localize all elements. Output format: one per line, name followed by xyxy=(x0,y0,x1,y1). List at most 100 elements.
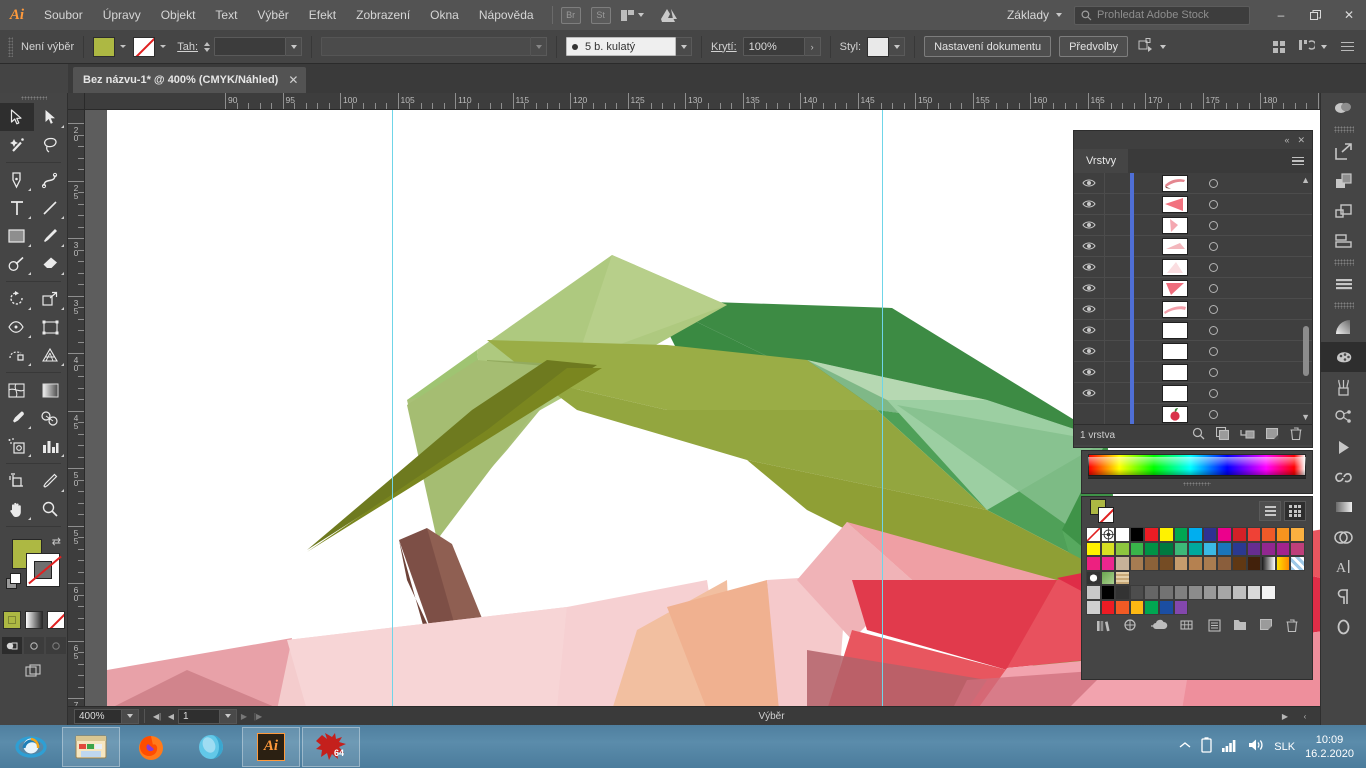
shape-builder-tool[interactable] xyxy=(0,341,34,369)
menu-objekt[interactable]: Objekt xyxy=(151,0,206,30)
stock-button[interactable]: St xyxy=(591,7,611,24)
delete-selection-icon[interactable] xyxy=(1290,427,1302,443)
menu-okna[interactable]: Okna xyxy=(420,0,469,30)
swatches-fill-stroke-indicator[interactable] xyxy=(1088,498,1132,524)
collapse-panel-icon[interactable]: « xyxy=(1284,135,1289,145)
color-mode-button[interactable] xyxy=(3,611,21,629)
layer-lock-toggle[interactable] xyxy=(1104,404,1130,425)
swatch-cell[interactable] xyxy=(1261,556,1276,571)
symbols-rail-icon[interactable] xyxy=(1321,402,1366,432)
layer-target-indicator[interactable] xyxy=(1196,242,1230,251)
swatch-cell[interactable] xyxy=(1144,527,1159,542)
layer-visibility-icon[interactable] xyxy=(1074,325,1104,335)
rotate-tool[interactable] xyxy=(0,285,34,313)
add-to-library-icon[interactable] xyxy=(1150,619,1168,634)
new-color-group-icon[interactable] xyxy=(1233,619,1248,634)
zoom-level-input[interactable]: 400% xyxy=(74,709,122,724)
zoom-level-dropdown[interactable] xyxy=(122,709,139,724)
character-rail-icon[interactable]: A xyxy=(1321,552,1366,582)
graphic-style-swatch[interactable] xyxy=(867,37,889,57)
appearance-rail-icon[interactable] xyxy=(1321,492,1366,522)
layer-thumbnail[interactable] xyxy=(1162,322,1188,339)
layer-row[interactable] xyxy=(1074,341,1312,362)
restore-button[interactable] xyxy=(1298,0,1332,30)
layer-thumbnail[interactable] xyxy=(1162,301,1188,318)
swatch-cell[interactable] xyxy=(1217,542,1232,557)
width-tool[interactable] xyxy=(0,313,34,341)
illustrator-taskbar-icon[interactable]: Ai xyxy=(242,727,300,767)
layers-panel-titlebar[interactable]: « ✕ xyxy=(1074,131,1312,149)
document-tab[interactable]: Bez názvu-1* @ 400% (CMYK/Náhled) ✕ xyxy=(73,67,306,93)
swatch-cell[interactable] xyxy=(1290,556,1305,571)
stroke-weight-label[interactable]: Tah: xyxy=(177,41,198,53)
opacity-label[interactable]: Krytí: xyxy=(711,41,737,53)
rail-grip[interactable] xyxy=(1334,259,1354,266)
swatches-rail-icon[interactable] xyxy=(1321,342,1366,372)
swatch-cell[interactable] xyxy=(1086,527,1101,542)
rectangle-tool[interactable] xyxy=(0,222,34,250)
magic-wand-tool[interactable] xyxy=(0,131,34,159)
swatch-cell[interactable] xyxy=(1290,542,1305,557)
libraries-rail-icon[interactable] xyxy=(1321,522,1366,552)
stroke-weight-stepper[interactable] xyxy=(204,42,210,52)
swatch-cell[interactable] xyxy=(1130,542,1145,557)
ruler-corner[interactable] xyxy=(68,93,85,110)
swatch-cell[interactable] xyxy=(1130,600,1145,615)
layer-target-indicator[interactable] xyxy=(1196,410,1230,419)
layer-visibility-icon[interactable] xyxy=(1074,283,1104,293)
eyedropper-tool[interactable] xyxy=(0,404,34,432)
swatch-cell[interactable] xyxy=(1188,527,1203,542)
layer-visibility-icon[interactable] xyxy=(1074,304,1104,314)
swatch-cell[interactable] xyxy=(1232,527,1247,542)
properties-rail-icon[interactable] xyxy=(1321,269,1366,299)
transform-icon[interactable] xyxy=(1299,38,1315,55)
make-clipping-mask-icon[interactable] xyxy=(1216,427,1229,443)
layer-visibility-icon[interactable] xyxy=(1074,262,1104,272)
swatch-cell[interactable] xyxy=(1115,527,1130,542)
hand-tool[interactable] xyxy=(0,495,34,523)
curvature-tool[interactable] xyxy=(34,166,68,194)
volume-icon[interactable] xyxy=(1248,738,1264,755)
swatch-cell[interactable] xyxy=(1101,556,1116,571)
panel-options-icon[interactable] xyxy=(1341,42,1354,52)
close-button[interactable]: ✕ xyxy=(1332,0,1366,30)
prev-artboard-button[interactable]: ◀ xyxy=(164,709,178,724)
draw-inside-button[interactable] xyxy=(46,637,66,654)
vertical-ruler[interactable]: 2025303540455055606570 xyxy=(68,110,85,725)
color-guide-rail-icon[interactable] xyxy=(1321,93,1366,123)
swatch-cell[interactable] xyxy=(1115,585,1130,600)
swatch-cell[interactable] xyxy=(1203,542,1218,557)
swatch-cell[interactable] xyxy=(1144,600,1159,615)
tab-vrstvy[interactable]: Vrstvy xyxy=(1074,149,1128,173)
shaper-tool[interactable] xyxy=(0,250,34,278)
layer-thumbnail[interactable] xyxy=(1162,364,1188,381)
layer-visibility-icon[interactable] xyxy=(1074,178,1104,188)
layer-name[interactable] xyxy=(1196,389,1312,398)
creative-cloud-icon[interactable] xyxy=(656,4,682,26)
free-transform-tool[interactable] xyxy=(34,313,68,341)
direct-selection-tool[interactable] xyxy=(34,103,68,131)
color-themes-icon[interactable] xyxy=(1124,619,1138,635)
layer-target-indicator[interactable] xyxy=(1196,368,1230,377)
artboard-tool[interactable] xyxy=(0,467,34,495)
stroke-weight-input[interactable] xyxy=(214,37,286,56)
layer-thumbnail[interactable] xyxy=(1162,259,1188,276)
swatch-cell[interactable] xyxy=(1101,600,1116,615)
swatch-cell[interactable] xyxy=(1232,585,1247,600)
export-rail-icon[interactable] xyxy=(1321,136,1366,166)
gradient-tool[interactable] xyxy=(34,376,68,404)
swatch-cell[interactable] xyxy=(1144,542,1159,557)
layers-scroll-thumb[interactable] xyxy=(1303,326,1309,376)
artboard-number-input[interactable]: 1 xyxy=(178,709,220,724)
layer-row[interactable] xyxy=(1074,215,1312,236)
layer-name[interactable] xyxy=(1196,326,1312,335)
eraser-tool[interactable] xyxy=(34,250,68,278)
layer-thumbnail[interactable] xyxy=(1162,217,1188,234)
swatch-cell[interactable] xyxy=(1188,585,1203,600)
swatch-cell[interactable] xyxy=(1261,527,1276,542)
layer-target-indicator[interactable] xyxy=(1196,326,1230,335)
draw-behind-button[interactable] xyxy=(24,637,44,654)
paint-blob-taskbar-icon[interactable]: 64 xyxy=(302,727,360,767)
bridge-button[interactable]: Br xyxy=(561,7,581,24)
layer-row[interactable] xyxy=(1074,404,1312,424)
